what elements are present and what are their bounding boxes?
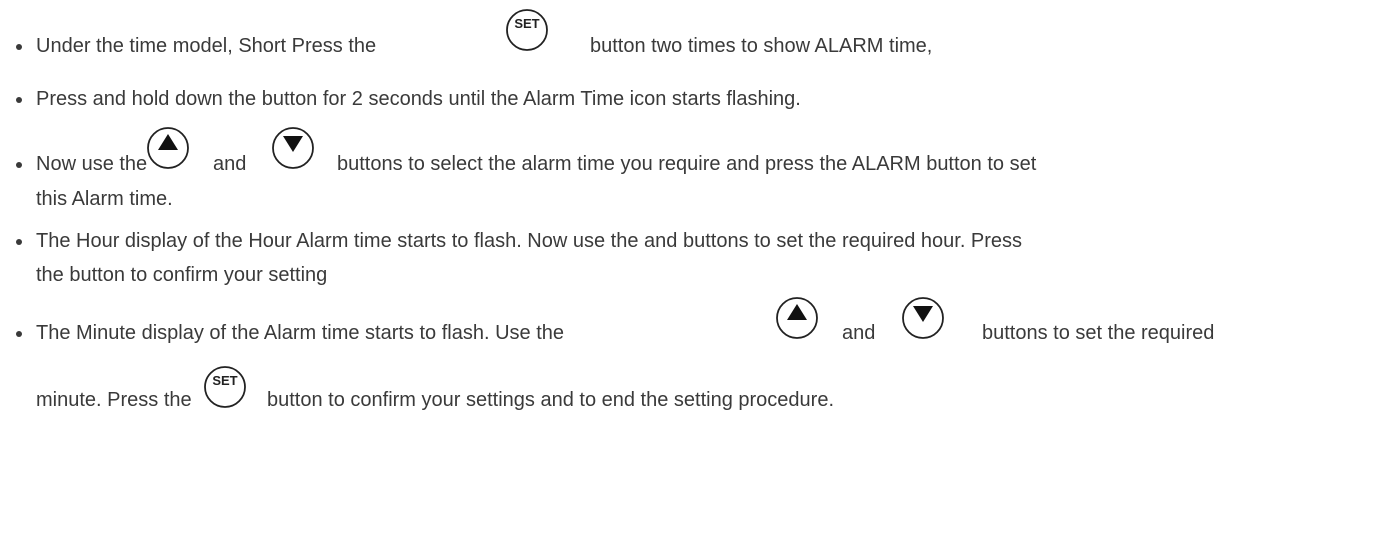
item-3-text-before: Now use the <box>36 153 148 175</box>
item-3-text-after: buttons to select the alarm time you req… <box>337 153 1037 175</box>
svg-text:SET: SET <box>212 373 237 388</box>
bullet <box>16 331 22 337</box>
instruction-list: Under the time model, Short Press the SE… <box>0 0 1388 540</box>
item-1-text-before: Under the time model, Short Press the <box>36 35 377 57</box>
down-arrow-button-icon <box>901 296 945 340</box>
item-5-text-and: and <box>842 322 876 344</box>
bullet <box>16 44 22 50</box>
item-5-text-after: buttons to set the required <box>982 322 1215 344</box>
item-4-text-cont: the button to confirm your setting <box>36 264 328 286</box>
set-button-icon: SET <box>203 365 247 409</box>
bullet <box>16 162 22 168</box>
bullet <box>16 239 22 245</box>
up-arrow-button-icon <box>146 126 190 170</box>
item-5-text-before: The Minute display of the Alarm time sta… <box>36 322 565 344</box>
up-arrow-button-icon <box>775 296 819 340</box>
bullet <box>16 97 22 103</box>
item-3-text-cont: this Alarm time. <box>36 188 173 210</box>
item-4-text: The Hour display of the Hour Alarm time … <box>36 230 1023 252</box>
item-5-cont-before: minute. Press the <box>36 389 192 411</box>
item-1-text-after: button two times to show ALARM time, <box>590 35 933 57</box>
down-arrow-button-icon <box>271 126 315 170</box>
item-2-text: Press and hold down the button for 2 sec… <box>36 88 801 110</box>
item-3-text-and: and <box>213 153 247 175</box>
svg-text:SET: SET <box>514 16 539 31</box>
set-button-icon: SET <box>505 8 549 52</box>
item-5-cont-after: button to confirm your settings and to e… <box>267 389 835 411</box>
